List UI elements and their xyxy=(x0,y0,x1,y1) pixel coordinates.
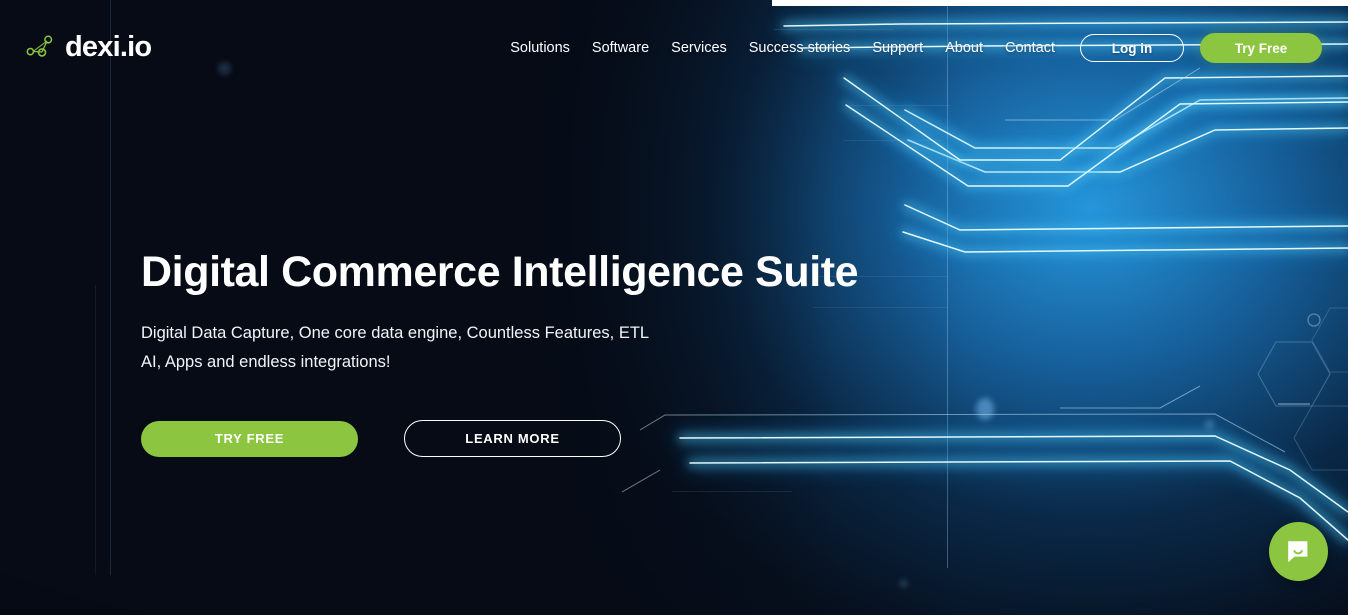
try-free-button-nav[interactable]: Try Free xyxy=(1200,33,1322,63)
chat-bubble-smile-icon xyxy=(1288,541,1308,563)
chat-launcher-button[interactable] xyxy=(1269,522,1328,581)
brand-logo-text: dexi.io xyxy=(65,30,152,63)
site-header: dexi.io Solutions Software Services Succ… xyxy=(0,0,1348,96)
hero-cta-group: TRY FREE LEARN MORE xyxy=(141,420,858,458)
landing-page: dexi.io Solutions Software Services Succ… xyxy=(0,0,1348,615)
brand-logo[interactable]: dexi.io xyxy=(26,30,152,63)
nav-item-software[interactable]: Software xyxy=(581,41,660,56)
nav-item-services[interactable]: Services xyxy=(660,41,738,56)
primary-navigation: Solutions Software Services Success stor… xyxy=(499,33,1322,63)
nav-item-about[interactable]: About xyxy=(934,41,994,56)
hero-title: Digital Commerce Intelligence Suite xyxy=(141,248,859,296)
network-nodes-icon xyxy=(26,35,53,57)
login-button[interactable]: Log in xyxy=(1080,34,1184,62)
hero-section: Digital Commerce Intelligence Suite Digi… xyxy=(141,248,859,458)
nav-item-solutions[interactable]: Solutions xyxy=(499,41,581,56)
hero-subtitle-line-2: AI, Apps and endless integrations! xyxy=(141,353,391,372)
nav-item-success-stories[interactable]: Success stories xyxy=(738,41,862,56)
nav-item-contact[interactable]: Contact xyxy=(994,41,1066,56)
hero-subtitle: Digital Data Capture, One core data engi… xyxy=(141,319,858,377)
learn-more-button[interactable]: LEARN MORE xyxy=(404,420,621,458)
hero-subtitle-line-1: Digital Data Capture, One core data engi… xyxy=(141,324,650,343)
try-free-button-hero[interactable]: TRY FREE xyxy=(141,420,358,457)
nav-item-support[interactable]: Support xyxy=(861,41,934,56)
